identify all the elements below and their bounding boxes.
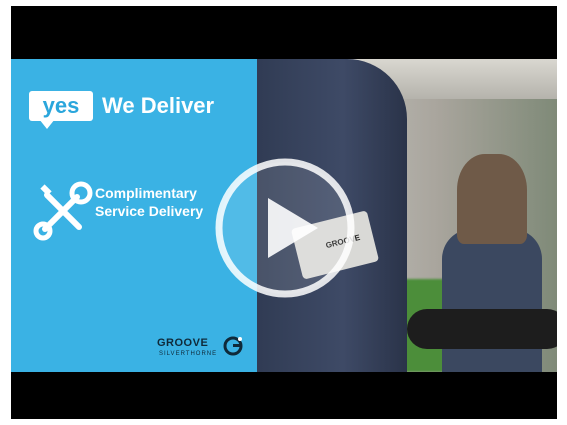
handlebar — [407, 309, 557, 349]
service-line-1: Complimentary — [95, 185, 197, 201]
yes-badge: yes — [29, 91, 93, 121]
play-icon[interactable] — [210, 153, 360, 303]
speech-tail-icon — [39, 119, 55, 129]
wrench-screwdriver-icon — [33, 181, 93, 241]
groove-logo-icon — [223, 336, 243, 356]
logo-location: SILVERTHORNE — [159, 351, 218, 357]
service-line-2: Service Delivery — [95, 203, 204, 219]
service-text: Complimentary Service Delivery — [95, 184, 203, 220]
video-player[interactable]: GROOVE yes We Deliver Complimentary Serv… — [11, 6, 557, 419]
video-frame[interactable]: GROOVE yes We Deliver Complimentary Serv… — [11, 59, 557, 372]
logo-brand: GROOVE — [157, 337, 209, 349]
headline: We Deliver — [102, 93, 215, 118]
technician-body — [442, 229, 542, 372]
technician-head — [457, 154, 527, 244]
